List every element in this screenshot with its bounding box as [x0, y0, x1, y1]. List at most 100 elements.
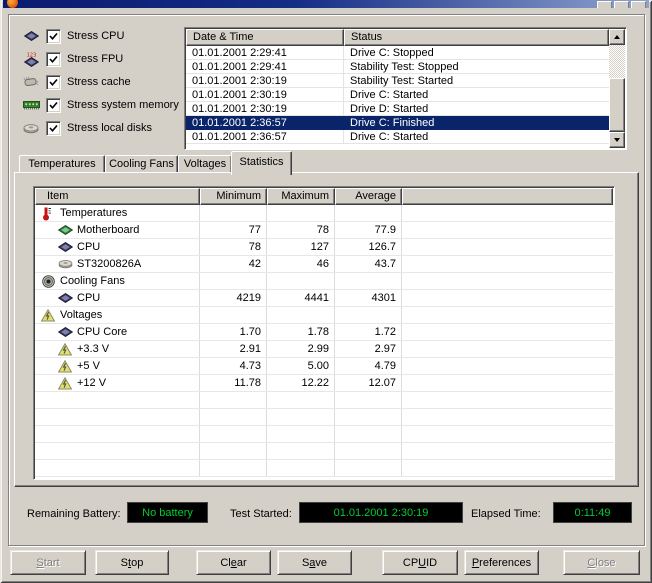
stats-item-label: CPU — [77, 292, 100, 304]
log-status: Drive C: Stopped — [344, 46, 609, 59]
log-status: Stability Test: Stopped — [344, 60, 609, 73]
cpu-chip-icon — [56, 242, 74, 253]
log-status: Drive C: Started — [344, 88, 609, 101]
stats-empty-row — [35, 443, 613, 460]
stats-avg: 4.79 — [335, 358, 402, 374]
scroll-up-icon — [614, 35, 620, 39]
checkbox[interactable] — [46, 75, 61, 90]
log-row[interactable]: 01.01.2001 2:29:41Drive C: Stopped — [186, 46, 609, 60]
maximize-button[interactable] — [614, 1, 629, 8]
log-row[interactable]: 01.01.2001 2:30:19Drive C: Started — [186, 88, 609, 102]
checkbox[interactable] — [46, 121, 61, 136]
stats-row[interactable]: +3.3 V 2.91 2.99 2.97 — [35, 341, 613, 358]
stats-group-row[interactable]: Temperatures — [35, 205, 613, 222]
log-row-selected[interactable]: 01.01.2001 2:36:57Drive C: Finished — [186, 116, 609, 130]
log-status: Drive D: Started — [344, 102, 609, 115]
minimize-button[interactable] — [597, 1, 612, 8]
stats-row[interactable]: CPU Core 1.70 1.78 1.72 — [35, 324, 613, 341]
stats-empty-row — [35, 426, 613, 443]
voltage-warning-icon — [56, 343, 74, 356]
column-item[interactable]: Item — [35, 188, 200, 205]
statistics-header: Item Minimum Maximum Average — [35, 188, 613, 205]
stats-item-label: Temperatures — [60, 207, 127, 219]
cpuid-button[interactable]: CPUID — [382, 550, 458, 575]
stats-row[interactable]: Motherboard 77 78 77.9 — [35, 222, 613, 239]
scrollbar-thumb[interactable] — [609, 78, 625, 132]
stats-avg: 43.7 — [335, 256, 402, 272]
cpu-chip-icon — [22, 31, 40, 42]
scroll-down-button[interactable] — [609, 132, 625, 148]
stats-avg: 4301 — [335, 290, 402, 306]
log-datetime: 01.01.2001 2:30:19 — [186, 102, 344, 115]
tab-label: Statistics — [239, 156, 283, 168]
stress-option-memory[interactable]: Stress system memory — [22, 95, 179, 115]
stats-row[interactable]: +5 V 4.73 5.00 4.79 — [35, 358, 613, 375]
stats-row[interactable]: +12 V 11.78 12.22 12.07 — [35, 375, 613, 392]
stats-avg: 12.07 — [335, 375, 402, 391]
tab-voltages[interactable]: Voltages — [178, 155, 232, 173]
log-datetime: 01.01.2001 2:29:41 — [186, 46, 344, 59]
stats-avg: 77.9 — [335, 222, 402, 238]
tab-statistics[interactable]: Statistics — [231, 151, 292, 175]
stress-option-fpu[interactable]: 123 Stress FPU — [22, 49, 123, 69]
checkbox[interactable] — [46, 52, 61, 67]
stats-row[interactable]: CPU 78 127 126.7 — [35, 239, 613, 256]
log-status: Drive C: Finished — [344, 116, 609, 129]
stress-option-disks[interactable]: Stress local disks — [22, 118, 152, 138]
system-stability-test-window: Stress CPU 123 Stress FPU Stress cache S… — [0, 0, 652, 583]
stats-max: 46 — [267, 256, 335, 272]
stats-item-label: Cooling Fans — [60, 275, 125, 287]
column-average[interactable]: Average — [335, 188, 402, 205]
fan-icon — [39, 275, 57, 288]
stats-max: 12.22 — [267, 375, 335, 391]
stats-avg — [335, 307, 402, 323]
log-row[interactable]: 01.01.2001 2:30:19Drive D: Started — [186, 102, 609, 116]
log-row[interactable]: 01.01.2001 2:36:57Drive C: Started — [186, 130, 609, 144]
stats-avg: 1.72 — [335, 324, 402, 340]
checkbox[interactable] — [46, 98, 61, 113]
check-icon — [48, 77, 59, 88]
stats-min: 4219 — [200, 290, 267, 306]
log-scrollbar[interactable] — [609, 29, 625, 148]
log-column-status[interactable]: Status — [344, 29, 609, 46]
stress-option-cpu[interactable]: Stress CPU — [22, 26, 124, 46]
stats-item-label: Motherboard — [77, 224, 139, 236]
preferences-button[interactable]: Preferences — [464, 550, 539, 575]
stats-row[interactable]: CPU 4219 4441 4301 — [35, 290, 613, 307]
battery-label: Remaining Battery: — [27, 508, 121, 520]
column-maximum[interactable]: Maximum — [267, 188, 335, 205]
log-datetime: 01.01.2001 2:29:41 — [186, 60, 344, 73]
save-button[interactable]: Save — [277, 550, 352, 575]
stats-row[interactable]: ST3200826A 42 46 43.7 — [35, 256, 613, 273]
log-datetime: 01.01.2001 2:36:57 — [186, 116, 344, 129]
stats-group-row[interactable]: Cooling Fans — [35, 273, 613, 290]
stats-min: 78 — [200, 239, 267, 255]
tab-cooling-fans[interactable]: Cooling Fans — [105, 155, 178, 173]
stats-group-row[interactable]: Voltages — [35, 307, 613, 324]
close-window-button[interactable] — [631, 1, 646, 8]
log-column-datetime[interactable]: Date & Time — [186, 29, 344, 46]
stop-button[interactable]: Stop — [95, 550, 169, 575]
log-datetime: 01.01.2001 2:36:57 — [186, 130, 344, 143]
column-minimum[interactable]: Minimum — [200, 188, 267, 205]
scroll-up-button[interactable] — [609, 29, 625, 45]
clear-button[interactable]: Clear — [196, 550, 271, 575]
log-row[interactable]: 01.01.2001 2:29:41Stability Test: Stoppe… — [186, 60, 609, 74]
stats-avg: 2.97 — [335, 341, 402, 357]
stress-option-label: Stress FPU — [67, 53, 123, 65]
elapsed-time-label: Elapsed Time: — [471, 508, 541, 520]
stats-item-label: Voltages — [60, 309, 102, 321]
stats-max: 4441 — [267, 290, 335, 306]
stats-avg — [335, 273, 402, 289]
stats-max: 5.00 — [267, 358, 335, 374]
stress-option-label: Stress cache — [67, 76, 131, 88]
stats-max — [267, 205, 335, 221]
log-row[interactable]: 01.01.2001 2:30:19Stability Test: Starte… — [186, 74, 609, 88]
checkbox[interactable] — [46, 29, 61, 44]
test-started-label: Test Started: — [230, 508, 292, 520]
tab-temperatures[interactable]: Temperatures — [19, 155, 105, 173]
log-header: Date & Time Status — [186, 29, 609, 46]
stress-option-cache[interactable]: Stress cache — [22, 72, 131, 92]
stress-option-label: Stress system memory — [67, 99, 179, 111]
elapsed-time-display: 0:11:49 — [553, 502, 632, 523]
